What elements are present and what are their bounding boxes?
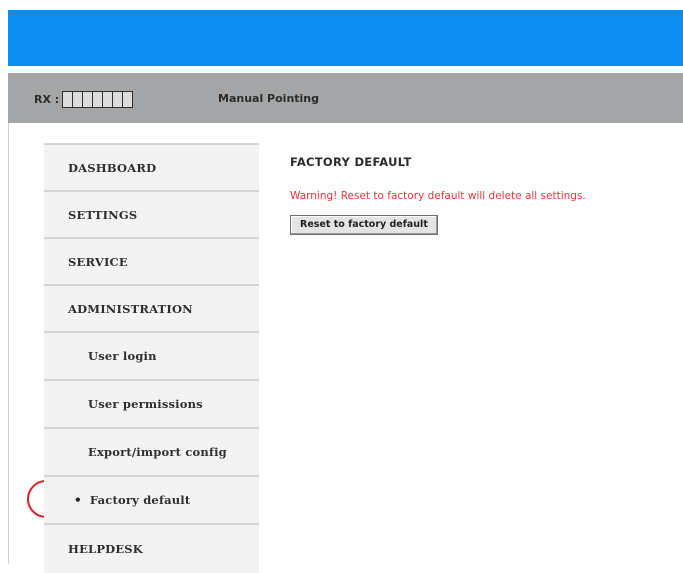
rx-signal-boxes	[62, 91, 134, 108]
sidebar-item-label: ADMINISTRATION	[68, 301, 193, 316]
active-item-wrapper: • Factory default	[27, 475, 259, 523]
sidebar-item-dashboard[interactable]: DASHBOARD	[44, 143, 259, 190]
left-divider	[8, 123, 9, 564]
sidebar-item-label: User permissions	[88, 397, 203, 411]
page-title: FACTORY DEFAULT	[290, 155, 412, 169]
sidebar-item-label: Factory default	[89, 493, 191, 507]
reset-factory-default-button[interactable]: Reset to factory default	[290, 215, 438, 235]
sidebar-item-label: HELPDESK	[68, 542, 144, 556]
sidebar-item-helpdesk[interactable]: HELPDESK	[44, 523, 259, 573]
sidebar-item-export-import-config[interactable]: Export/import config	[44, 427, 259, 475]
pointing-mode-label: Manual Pointing	[218, 92, 320, 105]
rx-box	[122, 91, 134, 108]
sidebar-item-factory-default[interactable]: • Factory default	[44, 475, 259, 523]
active-bullet-icon: •	[74, 493, 82, 507]
status-bar: RX : Manual Pointing	[8, 73, 683, 123]
sidebar-item-label: DASHBOARD	[68, 160, 157, 175]
rx-indicator: RX :	[34, 91, 134, 108]
sidebar-item-settings[interactable]: SETTINGS	[44, 190, 259, 237]
sidebar-item-label: Export/import config	[88, 445, 227, 459]
sidebar-item-user-permissions[interactable]: User permissions	[44, 379, 259, 427]
sidebar-item-user-login[interactable]: User login	[44, 331, 259, 379]
top-banner	[8, 10, 683, 66]
sidebar-item-administration[interactable]: ADMINISTRATION	[44, 284, 259, 331]
sidebar-item-label: SERVICE	[68, 254, 128, 269]
rx-label: RX :	[34, 93, 60, 106]
main-content: FACTORY DEFAULT Warning! Reset to factor…	[290, 155, 586, 235]
sidebar-item-service[interactable]: SERVICE	[44, 237, 259, 284]
sidebar-item-label: User login	[88, 349, 157, 363]
sidebar-nav: DASHBOARD SETTINGS SERVICE ADMINISTRATIO…	[27, 143, 259, 573]
warning-message: Warning! Reset to factory default will d…	[290, 190, 586, 202]
sidebar-item-label: SETTINGS	[68, 207, 138, 222]
